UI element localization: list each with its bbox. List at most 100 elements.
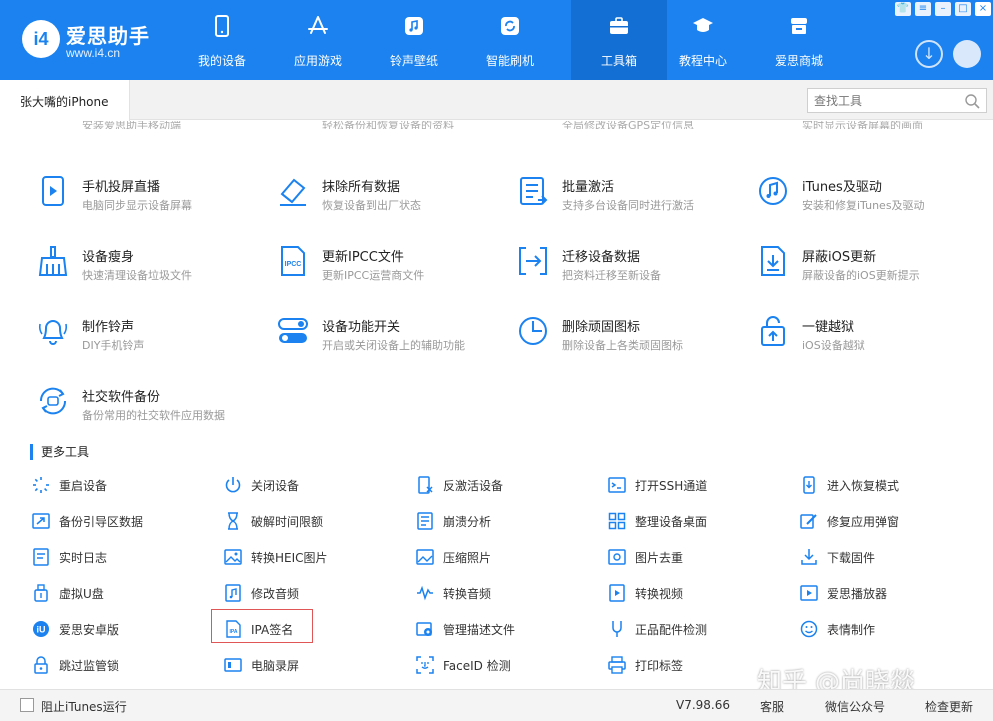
nav-label: 教程中心 — [678, 54, 727, 68]
check-update-link[interactable]: 检查更新 — [925, 698, 973, 715]
accessory-check-icon — [612, 621, 622, 637]
skin-button[interactable]: 👕 — [895, 2, 911, 16]
partial-tool-desc: 实时显示设备屏幕的画面 — [802, 121, 923, 129]
tool-update-ipcc[interactable]: IPCC 更新IPCC文件 更新IPCC运营商文件 — [276, 236, 506, 286]
printer-icon — [608, 656, 626, 674]
restart-spinner-icon — [33, 477, 49, 493]
more-tool-label: 打开SSH通道 — [635, 479, 708, 493]
tool-device-slim[interactable]: 设备瘦身 快速清理设备垃圾文件 — [36, 236, 266, 286]
more-tool-label: 破解时间限额 — [251, 515, 324, 529]
search-input[interactable] — [808, 89, 958, 112]
lock-icon — [34, 656, 48, 674]
tool-desc: 开启或关闭设备上的辅助功能 — [322, 339, 465, 352]
audio-wave-icon — [417, 585, 433, 601]
more-tool-label: 虚拟U盘 — [59, 587, 104, 601]
graduation-cap-icon — [693, 18, 713, 32]
tool-erase-all[interactable]: 抹除所有数据 恢复设备到出厂状态 — [276, 166, 506, 216]
minimize-button[interactable]: – — [935, 2, 951, 16]
tab-bar: 张大嘴的iPhone — [0, 80, 993, 121]
more-tool-label: 崩溃分析 — [443, 515, 492, 529]
deactivate-icon — [418, 476, 433, 494]
nav-label: 铃声壁纸 — [389, 54, 438, 68]
nav-store[interactable]: 爱思商城 — [751, 0, 847, 80]
crash-list-icon — [417, 512, 433, 530]
bell-icon — [38, 320, 68, 345]
download-manager-button[interactable]: ↓ — [915, 40, 943, 68]
tool-desc: 备份常用的社交软件应用数据 — [82, 409, 225, 422]
tool-desc: 删除设备上各类顽固图标 — [562, 339, 683, 352]
tool-desc: iOS设备越狱 — [802, 339, 865, 352]
block-itunes-checkbox[interactable] — [20, 698, 34, 712]
itunes-icon — [759, 177, 787, 205]
tool-title: iTunes及驱动 — [802, 180, 882, 195]
nav-toolbox[interactable]: 工具箱 — [571, 0, 667, 80]
tool-social-backup[interactable]: 社交软件备份 备份常用的社交软件应用数据 — [36, 376, 266, 426]
block-itunes-label: 阻止iTunes运行 — [41, 700, 127, 714]
partial-tool-desc: 安装爱思助手移动端 — [82, 121, 181, 129]
nav-label: 我的设备 — [197, 54, 246, 68]
player-icon — [800, 585, 818, 601]
smiley-icon — [800, 620, 818, 638]
tool-title: 设备瘦身 — [82, 250, 135, 265]
svg-text:iU: iU — [37, 625, 46, 635]
tool-delete-stubborn-icons[interactable]: 删除顽固图标 删除设备上各类顽固图标 — [516, 306, 746, 356]
tool-one-click-jailbreak[interactable]: 一键越狱 iOS设备越狱 — [756, 306, 986, 356]
tool-block-ios-update[interactable]: 屏蔽iOS更新 屏蔽设备的iOS更新提示 — [756, 236, 986, 286]
more-tool-label: 表情制作 — [827, 623, 876, 637]
refresh-icon — [501, 17, 519, 35]
social-backup-icon — [39, 387, 67, 415]
logo: i4 爱思助手 www.i4.cn — [22, 16, 162, 66]
more-tool-label: 电脑录屏 — [251, 659, 300, 673]
tab-device[interactable]: 张大嘴的iPhone — [0, 80, 130, 121]
version-label: V7.98.66 — [676, 698, 731, 712]
more-tool-label: 正品配件检测 — [635, 623, 708, 637]
more-tool-label: 下载固件 — [827, 551, 876, 565]
wechat-link[interactable]: 微信公众号 — [825, 698, 885, 715]
tool-title: 社交软件备份 — [82, 390, 161, 405]
tool-make-ringtone[interactable]: 制作铃声 DIY手机铃声 — [36, 306, 266, 356]
more-tool-label: 图片去重 — [635, 551, 684, 565]
download-firmware-icon — [801, 549, 817, 565]
phone-icon — [215, 15, 229, 37]
nav-ringtones-wallpapers[interactable]: 铃声壁纸 — [366, 0, 462, 80]
nav-label: 智能刷机 — [485, 54, 534, 68]
tool-itunes-drivers[interactable]: iTunes及驱动 安装和修复iTunes及驱动 — [756, 166, 986, 216]
support-link[interactable]: 客服 — [760, 698, 784, 715]
dedupe-image-icon — [608, 549, 626, 565]
search-box[interactable] — [807, 88, 987, 113]
more-tool-label: 压缩照片 — [443, 551, 492, 565]
search-icon[interactable] — [964, 93, 980, 109]
log-icon — [33, 548, 49, 566]
tool-desc: 电脑同步显示设备屏幕 — [82, 199, 192, 212]
tool-feature-toggle[interactable]: 设备功能开关 开启或关闭设备上的辅助功能 — [276, 306, 506, 356]
nav-smart-flash[interactable]: 智能刷机 — [462, 0, 558, 80]
toolbox-content: 安装爱思助手移动端 轻松备份和恢复设备的资料 全局修改设备GPS定位信息 实时显… — [0, 121, 993, 689]
tool-desc: 快速清理设备垃圾文件 — [82, 269, 192, 282]
tool-screen-mirror[interactable]: 手机投屏直播 电脑同步显示设备屏幕 — [36, 166, 266, 216]
more-tool-label: 修复应用弹窗 — [827, 515, 900, 529]
more-tool-label: 反激活设备 — [443, 479, 504, 493]
tool-title: 设备功能开关 — [322, 320, 401, 335]
tool-title: 更新IPCC文件 — [322, 250, 404, 265]
logo-url: www.i4.cn — [66, 46, 121, 60]
tool-batch-activate[interactable]: 批量激活 支持多台设备同时进行激活 — [516, 166, 746, 216]
nav-tutorials[interactable]: 教程中心 — [655, 0, 751, 80]
nav-apps-games[interactable]: 应用游戏 — [270, 0, 366, 80]
repair-popup-icon — [800, 514, 817, 529]
maximize-button[interactable]: □ — [955, 2, 971, 16]
menu-button[interactable]: ≡ — [915, 2, 931, 16]
nav-label: 工具箱 — [600, 54, 637, 68]
nav-my-device[interactable]: 我的设备 — [174, 0, 270, 80]
more-tool-label: 实时日志 — [59, 551, 108, 565]
logo-name: 爱思助手 — [66, 24, 150, 48]
toggle-icon — [278, 318, 308, 343]
tool-migrate-data[interactable]: 迁移设备数据 把资料迁移至新设备 — [516, 236, 746, 286]
grid-icon — [608, 512, 626, 530]
more-tool-label: FaceID 检测 — [443, 659, 511, 673]
more-tool-label: 转换音频 — [443, 587, 492, 601]
avatar[interactable] — [953, 40, 981, 68]
faceid-icon — [416, 656, 434, 674]
more-tool-label: 跳过监管锁 — [59, 659, 120, 673]
close-button[interactable]: × — [975, 2, 991, 16]
recovery-mode-icon — [803, 476, 815, 494]
